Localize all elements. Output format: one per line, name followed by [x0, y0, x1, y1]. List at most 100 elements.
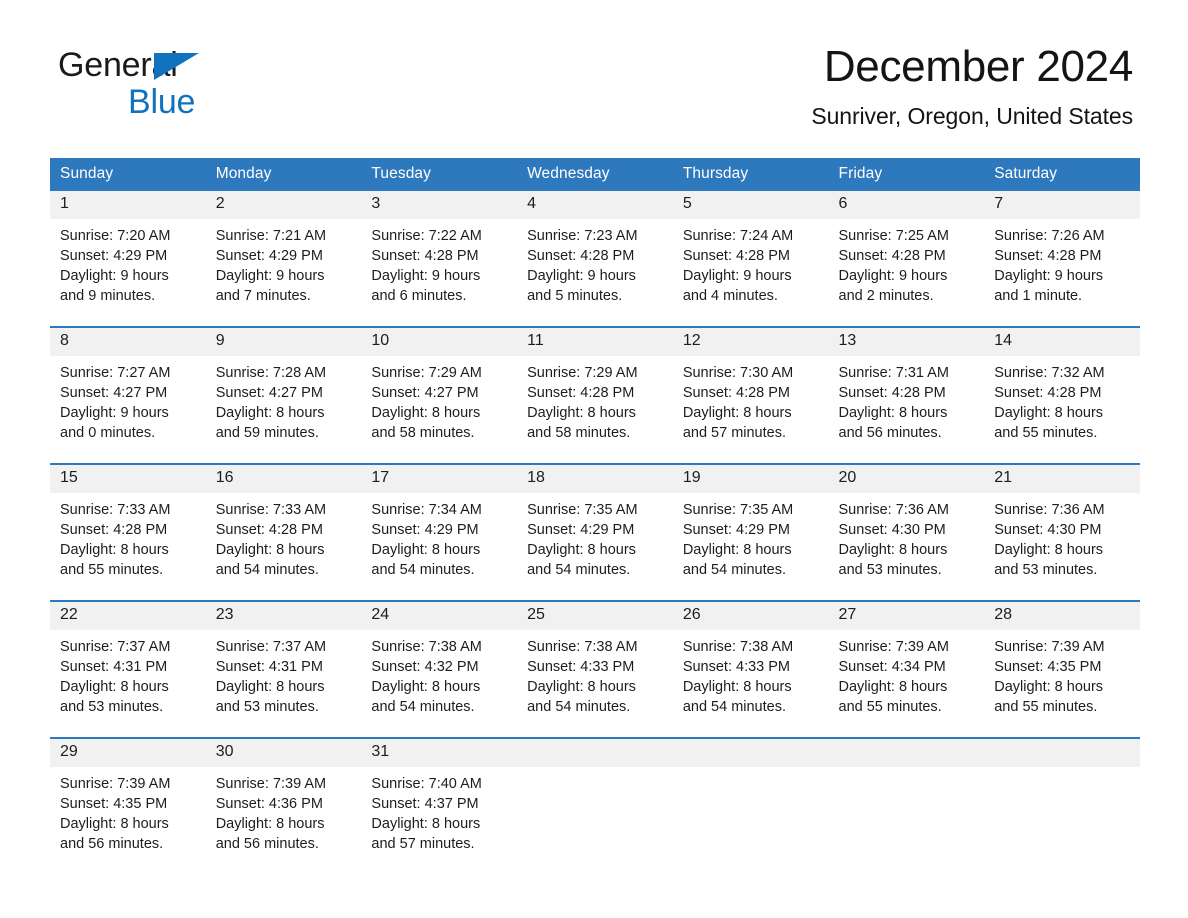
- daylight-text-line2: and 53 minutes.: [215, 699, 319, 715]
- day-cell[interactable]: 30 Sunrise: 7:39 AM Sunset: 4:36 PM Dayligh…: [205, 737, 362, 874]
- daylight-text-line2: and 58 minutes.: [371, 425, 475, 441]
- day-cell[interactable]: 22 Sunrise: 7:37 AM Sunset: 4:31 PM Dayligh…: [50, 600, 206, 738]
- day-info: Sunrise: 7:20 AM Sunset: 4:29 PM Daylight:…: [50, 219, 206, 306]
- sunset-text: Sunset: 4:28 PM: [994, 385, 1102, 401]
- day-cell[interactable]: 23 Sunrise: 7:37 AM Sunset: 4:31 PM Dayligh…: [205, 600, 362, 738]
- sunset-text: Sunset: 4:36 PM: [215, 796, 323, 812]
- sunrise-text: Sunrise: 7:34 AM: [371, 502, 482, 518]
- daylight-text-line2: and 54 minutes.: [371, 699, 475, 715]
- daylight-text-line2: and 53 minutes.: [994, 562, 1098, 578]
- day-cell[interactable]: 18 Sunrise: 7:35 AM Sunset: 4:29 PM Dayligh…: [517, 463, 673, 601]
- sunrise-text: Sunrise: 7:22 AM: [371, 228, 482, 244]
- day-cell-inner: 19 Sunrise: 7:35 AM Sunset: 4:29 PM Dayligh…: [672, 465, 829, 600]
- daylight-text-line2: and 53 minutes.: [838, 562, 942, 578]
- week-row: 29 Sunrise: 7:39 AM Sunset: 4:35 PM Dayligh…: [50, 737, 1140, 874]
- weekday-header-wednesday: Wednesday: [517, 158, 673, 191]
- day-cell[interactable]: 6 Sunrise: 7:25 AM Sunset: 4:28 PM Daylight…: [828, 191, 985, 327]
- day-cell[interactable]: 24 Sunrise: 7:38 AM Sunset: 4:32 PM Dayligh…: [361, 600, 518, 738]
- day-cell[interactable]: 13 Sunrise: 7:31 AM Sunset: 4:28 PM Dayligh…: [828, 326, 985, 464]
- day-cell[interactable]: 16 Sunrise: 7:33 AM Sunset: 4:28 PM Dayligh…: [205, 463, 362, 601]
- day-number: 15: [50, 465, 206, 493]
- day-cell[interactable]: 8 Sunrise: 7:27 AM Sunset: 4:27 PM Daylight…: [50, 326, 206, 464]
- daylight-text-line1: Daylight: 9 hours: [60, 268, 169, 284]
- daylight-text-line1: Daylight: 8 hours: [371, 679, 481, 695]
- daylight-text-line1: Daylight: 8 hours: [371, 542, 481, 558]
- day-number: 2: [205, 191, 362, 219]
- day-info: Sunrise: 7:32 AM Sunset: 4:28 PM Daylight:…: [984, 356, 1140, 443]
- daylight-text-line2: and 54 minutes.: [527, 699, 631, 715]
- day-cell[interactable]: 17 Sunrise: 7:34 AM Sunset: 4:29 PM Dayligh…: [361, 463, 518, 601]
- day-cell[interactable]: 31 Sunrise: 7:40 AM Sunset: 4:37 PM Dayligh…: [361, 737, 518, 874]
- title-block: December 2024 Sunriver, Oregon, United S…: [811, 43, 1133, 130]
- day-number: 14: [984, 328, 1140, 356]
- sunrise-text: Sunrise: 7:39 AM: [215, 776, 327, 792]
- sunrise-text: Sunrise: 7:37 AM: [215, 639, 327, 655]
- sunrise-text: Sunrise: 7:20 AM: [60, 228, 171, 244]
- weekday-header-tuesday: Tuesday: [361, 158, 518, 191]
- day-cell[interactable]: 15 Sunrise: 7:33 AM Sunset: 4:28 PM Dayligh…: [50, 463, 206, 601]
- daylight-text-line2: and 54 minutes.: [527, 562, 631, 578]
- day-cell[interactable]: 4 Sunrise: 7:23 AM Sunset: 4:28 PM Daylight…: [517, 191, 673, 327]
- day-cell-inner: 8 Sunrise: 7:27 AM Sunset: 4:27 PM Daylight…: [50, 328, 206, 463]
- day-cell[interactable]: 27 Sunrise: 7:39 AM Sunset: 4:34 PM Dayligh…: [828, 600, 985, 738]
- sunset-text: Sunset: 4:27 PM: [60, 385, 168, 401]
- daylight-text-line1: Daylight: 8 hours: [60, 679, 169, 695]
- day-cell[interactable]: 9 Sunrise: 7:28 AM Sunset: 4:27 PM Daylight…: [205, 326, 362, 464]
- day-cell[interactable]: 11 Sunrise: 7:29 AM Sunset: 4:28 PM Dayligh…: [517, 326, 673, 464]
- daylight-text-line1: Daylight: 9 hours: [994, 268, 1104, 284]
- sunset-text: Sunset: 4:29 PM: [60, 248, 168, 264]
- daylight-text-line2: and 54 minutes.: [682, 699, 786, 715]
- daylight-text-line2: and 5 minutes.: [527, 288, 623, 304]
- week-row: 1 Sunrise: 7:20 AM Sunset: 4:29 PM Daylight…: [50, 191, 1140, 327]
- day-cell-inner: 2 Sunrise: 7:21 AM Sunset: 4:29 PM Daylight…: [205, 191, 362, 326]
- day-cell[interactable]: 25 Sunrise: 7:38 AM Sunset: 4:33 PM Dayligh…: [517, 600, 673, 738]
- sunrise-text: Sunrise: 7:24 AM: [682, 228, 794, 244]
- day-number: 21: [984, 465, 1140, 493]
- sunrise-text: Sunrise: 7:37 AM: [60, 639, 171, 655]
- sunset-text: Sunset: 4:35 PM: [60, 796, 168, 812]
- daylight-text-line1: Daylight: 8 hours: [371, 816, 481, 832]
- calendar-page: General Blue December 2024 Sunriver, Ore…: [0, 0, 1188, 918]
- day-cell[interactable]: 12 Sunrise: 7:30 AM Sunset: 4:28 PM Dayligh…: [672, 326, 829, 464]
- day-cell[interactable]: 5 Sunrise: 7:24 AM Sunset: 4:28 PM Daylight…: [672, 191, 829, 327]
- day-cell-inner: 1 Sunrise: 7:20 AM Sunset: 4:29 PM Daylight…: [50, 191, 206, 326]
- sunrise-text: Sunrise: 7:27 AM: [60, 365, 171, 381]
- day-info: Sunrise: 7:26 AM Sunset: 4:28 PM Daylight:…: [984, 219, 1140, 306]
- day-cell-inner: 17 Sunrise: 7:34 AM Sunset: 4:29 PM Dayligh…: [361, 465, 518, 600]
- day-cell[interactable]: 20 Sunrise: 7:36 AM Sunset: 4:30 PM Dayligh…: [828, 463, 985, 601]
- day-cell[interactable]: 1 Sunrise: 7:20 AM Sunset: 4:29 PM Daylight…: [50, 191, 206, 327]
- daylight-text-line2: and 56 minutes.: [838, 425, 942, 441]
- day-cell[interactable]: 29 Sunrise: 7:39 AM Sunset: 4:35 PM Dayligh…: [50, 737, 206, 874]
- day-cell[interactable]: 3 Sunrise: 7:22 AM Sunset: 4:28 PM Daylight…: [361, 191, 518, 327]
- day-cell[interactable]: 14 Sunrise: 7:32 AM Sunset: 4:28 PM Dayligh…: [984, 326, 1140, 464]
- day-cell-inner: 22 Sunrise: 7:37 AM Sunset: 4:31 PM Dayligh…: [50, 602, 206, 737]
- sunset-text: Sunset: 4:29 PM: [371, 522, 479, 538]
- sunset-text: Sunset: 4:28 PM: [215, 522, 323, 538]
- day-cell[interactable]: 28 Sunrise: 7:39 AM Sunset: 4:35 PM Dayligh…: [984, 600, 1140, 738]
- daylight-text-line1: Daylight: 8 hours: [371, 405, 481, 421]
- day-cell[interactable]: 26 Sunrise: 7:38 AM Sunset: 4:33 PM Dayligh…: [672, 600, 829, 738]
- day-cell[interactable]: 10 Sunrise: 7:29 AM Sunset: 4:27 PM Dayligh…: [361, 326, 518, 464]
- day-cell[interactable]: 2 Sunrise: 7:21 AM Sunset: 4:29 PM Daylight…: [205, 191, 362, 327]
- sunset-text: Sunset: 4:33 PM: [527, 659, 635, 675]
- triangle-icon: [154, 53, 199, 80]
- day-cell[interactable]: 19 Sunrise: 7:35 AM Sunset: 4:29 PM Dayligh…: [672, 463, 829, 601]
- day-number: 7: [984, 191, 1140, 219]
- sunrise-text: Sunrise: 7:36 AM: [994, 502, 1105, 518]
- day-info: Sunrise: 7:38 AM Sunset: 4:33 PM Daylight:…: [673, 630, 829, 717]
- daylight-text-line1: Daylight: 8 hours: [60, 816, 169, 832]
- day-cell[interactable]: 7 Sunrise: 7:26 AM Sunset: 4:28 PM Daylight…: [984, 191, 1140, 327]
- daylight-text-line2: and 55 minutes.: [994, 699, 1098, 715]
- sunrise-text: Sunrise: 7:26 AM: [994, 228, 1105, 244]
- day-number: 19: [672, 465, 829, 493]
- day-info: Sunrise: 7:39 AM Sunset: 4:34 PM Daylight:…: [829, 630, 985, 717]
- daylight-text-line2: and 2 minutes.: [838, 288, 934, 304]
- day-cell[interactable]: 21 Sunrise: 7:36 AM Sunset: 4:30 PM Dayligh…: [984, 463, 1140, 601]
- day-cell-inner: 9 Sunrise: 7:28 AM Sunset: 4:27 PM Daylight…: [205, 328, 362, 463]
- sunset-text: Sunset: 4:28 PM: [682, 385, 791, 401]
- day-cell-inner: 16 Sunrise: 7:33 AM Sunset: 4:28 PM Dayligh…: [205, 465, 362, 600]
- daylight-text-line2: and 55 minutes.: [60, 562, 164, 578]
- day-info: Sunrise: 7:29 AM Sunset: 4:28 PM Daylight:…: [517, 356, 673, 443]
- sunset-text: Sunset: 4:27 PM: [215, 385, 323, 401]
- day-info: Sunrise: 7:30 AM Sunset: 4:28 PM Daylight:…: [673, 356, 829, 443]
